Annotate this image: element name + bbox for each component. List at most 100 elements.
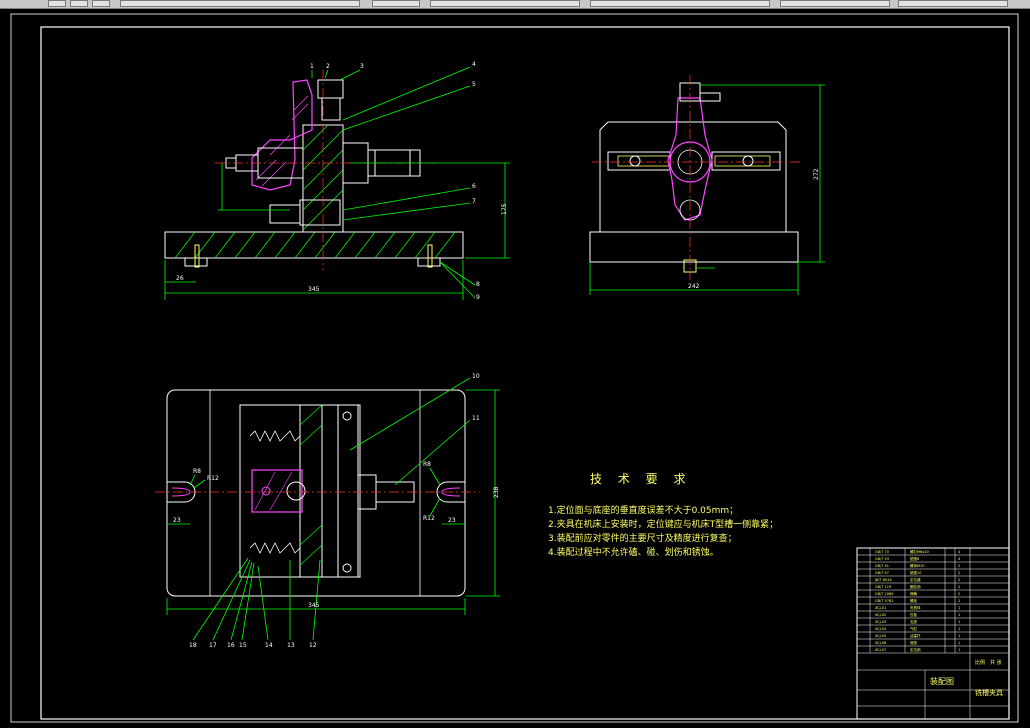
technical-requirement-2: 2.夹具在机床上安装时，定位键应与机床T型槽一侧靠紧； [548,520,779,530]
svg-text:GB/T 41: GB/T 41 [875,564,889,568]
svg-text:夹具体: 夹具体 [910,605,921,610]
svg-text:定位键: 定位键 [910,577,921,582]
svg-text:XCJ-03: XCJ-03 [875,620,886,624]
toolbar-dropdown[interactable] [430,0,580,7]
svg-text:6: 6 [472,183,476,190]
svg-text:15: 15 [239,642,247,649]
svg-text:23: 23 [448,517,456,524]
svg-text:1: 1 [958,648,960,652]
toolbar-button[interactable] [92,0,110,7]
svg-text:GB/T 119: GB/T 119 [875,585,891,589]
svg-text:螺母M10: 螺母M10 [910,563,924,568]
svg-text:气缸: 气缸 [910,626,918,631]
toolbar-dropdown[interactable] [120,0,360,7]
svg-text:共 张: 共 张 [990,659,1002,666]
technical-requirement-4: 4.装配过程中不允许磕、碰、划伤和锈蚀。 [548,548,719,558]
technical-requirement-3: 3.装配前应对零件的主要尺寸及精度进行复查； [548,534,737,544]
svg-text:GB/T 2089: GB/T 2089 [875,592,893,596]
svg-text:1: 1 [958,620,960,624]
toolbar-button[interactable] [48,0,66,7]
svg-text:螺钉M6x20: 螺钉M6x20 [910,549,929,554]
svg-text:17: 17 [209,642,217,649]
svg-text:GB/T 93: GB/T 93 [875,557,889,561]
svg-text:比例: 比例 [975,659,985,666]
svg-text:GB/T 70: GB/T 70 [875,550,889,554]
svg-text:1: 1 [958,634,960,638]
svg-text:XCJ-04: XCJ-04 [875,627,887,631]
front-view: 1 2 3 4 5 6 7 8 9 345 26 175 [164,61,510,301]
svg-text:10: 10 [472,373,480,380]
svg-text:XCJ-07: XCJ-07 [875,648,886,652]
svg-text:XCJ-02: XCJ-02 [875,613,886,617]
svg-text:26: 26 [176,275,184,282]
toolbar-button[interactable] [70,0,88,7]
svg-text:7: 7 [472,198,476,205]
technical-requirement-1: 1.定位面与底座的垂直度误差不大于0.05mm； [548,506,739,516]
svg-text:242: 242 [688,283,700,290]
drawing-frame [40,26,1010,720]
drawing-name: 装配图 [930,676,954,686]
svg-text:R8: R8 [423,461,431,468]
svg-text:2: 2 [958,599,960,603]
svg-text:18: 18 [189,642,197,649]
svg-text:345: 345 [308,602,320,609]
svg-text:底座: 底座 [910,640,918,645]
toolbar-dropdown[interactable] [372,0,420,7]
svg-text:12: 12 [309,642,317,649]
svg-text:R12: R12 [207,475,219,482]
svg-text:2: 2 [958,564,960,568]
svg-text:2: 2 [326,63,330,70]
svg-text:8: 8 [476,281,480,288]
svg-text:R8: R8 [193,468,201,475]
svg-text:2: 2 [958,571,960,575]
title-block: GB/T 70 螺钉M6x20 4 GB/T 93 垫圈6 4 GB/T 41 螺母M10… [856,547,1010,720]
svg-text:R12: R12 [423,515,435,522]
svg-text:活塞杆: 活塞杆 [910,633,921,638]
svg-text:9: 9 [476,294,480,301]
svg-text:4: 4 [958,550,961,554]
svg-text:螺栓: 螺栓 [910,598,918,603]
cad-drawing: 1 2 3 4 5 6 7 8 9 345 26 175 242 272 10 … [10,13,1019,723]
svg-text:13: 13 [287,642,295,649]
svg-text:支座: 支座 [910,619,918,624]
svg-text:JB/T 8044: JB/T 8044 [874,578,893,582]
part-name: 铣槽夹具 [975,688,1003,697]
svg-text:圆柱销: 圆柱销 [910,584,921,589]
svg-text:1: 1 [958,627,960,631]
svg-text:垫圈10: 垫圈10 [910,570,921,575]
svg-text:XCJ-01: XCJ-01 [875,606,886,610]
svg-text:2: 2 [958,578,960,582]
svg-text:XCJ-05: XCJ-05 [875,634,886,638]
svg-text:弹簧: 弹簧 [910,591,918,596]
svg-text:5: 5 [472,81,476,88]
svg-text:175: 175 [501,203,508,215]
toolbar-dropdown[interactable] [780,0,890,7]
svg-text:2: 2 [958,585,960,589]
drawing-canvas[interactable]: 1 2 3 4 5 6 7 8 9 345 26 175 242 272 10 … [0,9,1030,728]
svg-text:2: 2 [958,592,960,596]
svg-text:3: 3 [360,63,364,70]
application-toolbar [0,0,1030,9]
sheet-border [10,13,1019,723]
toolbar-dropdown[interactable] [898,0,1008,7]
technical-requirements-title: 技 术 要 求 [590,472,692,486]
svg-text:4: 4 [472,61,476,68]
svg-text:定位销: 定位销 [910,647,921,652]
side-view: 242 272 [589,75,825,295]
svg-text:238: 238 [493,486,500,498]
svg-text:压板: 压板 [910,612,918,617]
svg-text:GB/T 5782: GB/T 5782 [875,599,893,603]
svg-text:16: 16 [227,642,235,649]
plan-view: 10 11 12 13 14 15 16 17 18 345 238 23 23… [155,373,500,649]
svg-text:垫圈6: 垫圈6 [910,556,919,561]
svg-text:14: 14 [265,642,273,649]
svg-text:272: 272 [813,168,820,180]
svg-text:1: 1 [310,63,314,70]
svg-text:1: 1 [958,606,960,610]
svg-text:345: 345 [308,286,320,293]
svg-text:11: 11 [472,415,480,422]
svg-text:1: 1 [958,641,960,645]
svg-text:GB/T 97: GB/T 97 [875,571,889,575]
svg-text:1: 1 [958,613,960,617]
toolbar-dropdown[interactable] [590,0,770,7]
